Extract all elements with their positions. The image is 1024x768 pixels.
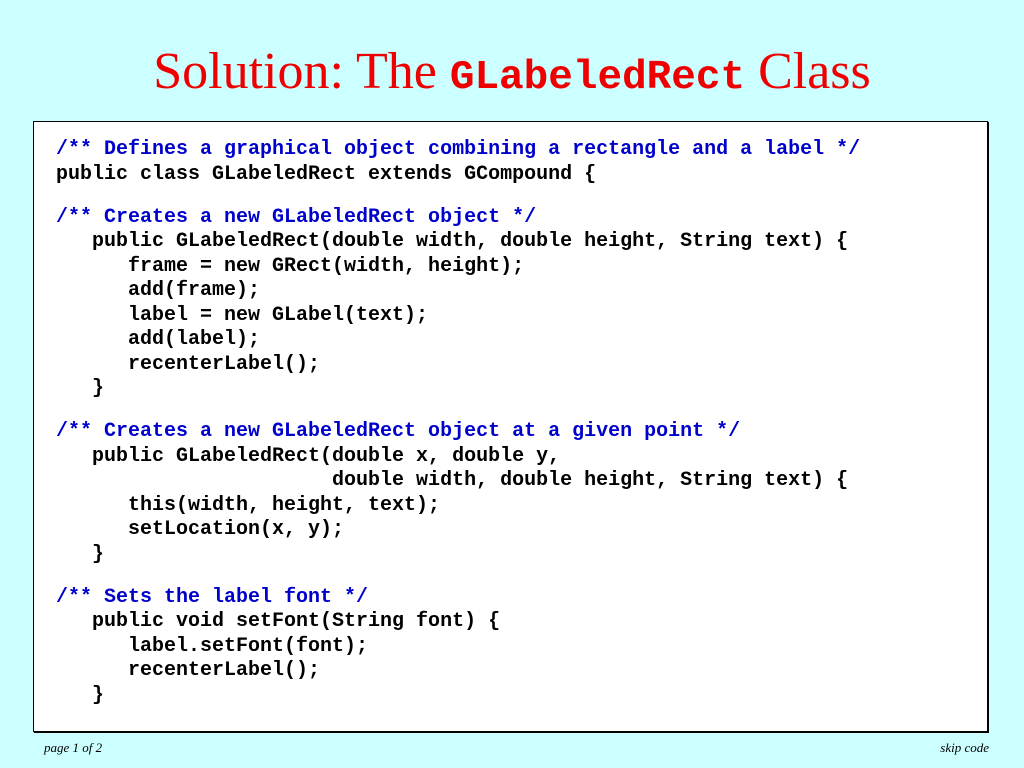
- code-listing-box: /** Defines a graphical object combining…: [33, 121, 988, 732]
- code-line: public class GLabeledRect extends GCompo…: [56, 162, 597, 186]
- code-line: label.setFont(font);: [56, 634, 369, 658]
- code-line: add(frame);: [56, 279, 261, 302]
- code-line: public void setFont(String font) {: [56, 610, 501, 633]
- code-line: public GLabeledRect(double x, double y,: [56, 444, 561, 468]
- skip-code-link[interactable]: skip code: [940, 740, 989, 756]
- code-line: }: [56, 542, 105, 566]
- code-line: add(label);: [56, 328, 261, 351]
- code-line: }: [56, 683, 105, 707]
- title-prefix: Solution: The: [153, 43, 450, 100]
- code-listing: /** Defines a graphical object combining…: [56, 138, 860, 708]
- code-comment-line: /** Creates a new GLabeledRect object at…: [56, 420, 741, 443]
- code-comment-line: /** Sets the label font */: [56, 585, 369, 609]
- code-line: double width, double height, String text…: [56, 469, 849, 492]
- block-separator: [56, 567, 860, 586]
- code-comment-line: /** Defines a graphical object combining…: [56, 138, 861, 161]
- code-line: label = new GLabel(text);: [56, 303, 429, 327]
- block-separator: [56, 402, 860, 421]
- code-line: }: [56, 377, 105, 400]
- code-line: public GLabeledRect(double width, double…: [56, 230, 849, 253]
- title-suffix: Class: [745, 43, 871, 100]
- page-indicator: page 1 of 2: [44, 740, 103, 755]
- code-comment-line: /** Creates a new GLabeledRect object */: [56, 205, 537, 229]
- block-separator: [56, 187, 860, 206]
- code-line: recenterLabel();: [56, 659, 321, 682]
- code-line: this(width, height, text);: [56, 493, 441, 517]
- title-class-name: GLabeledRect: [449, 55, 746, 101]
- code-line: setLocation(x, y);: [56, 518, 345, 541]
- slide-title: Solution: The GLabeledRect Class: [0, 40, 1024, 110]
- code-line: frame = new GRect(width, height);: [56, 254, 525, 278]
- code-line: recenterLabel();: [56, 352, 321, 376]
